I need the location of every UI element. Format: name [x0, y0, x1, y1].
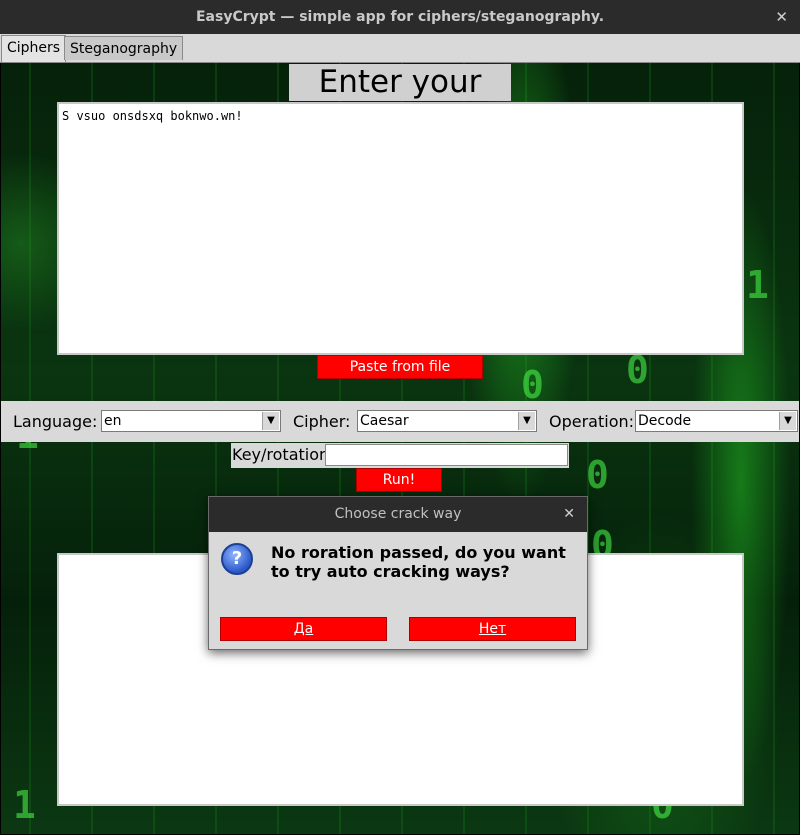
window-titlebar: EasyCrypt — simple app for ciphers/stega…	[0, 0, 800, 34]
tab-steganography[interactable]: Steganography	[64, 36, 184, 60]
operation-value: Decode	[638, 413, 692, 429]
language-value: en	[104, 413, 122, 429]
window-title: EasyCrypt — simple app for ciphers/stega…	[195, 9, 605, 25]
chevron-down-icon[interactable]: ▼	[518, 412, 535, 430]
yes-button[interactable]: Да	[220, 617, 387, 641]
matrix-glyph: 0	[586, 453, 609, 497]
dialog-message: No roration passed, do you want to try a…	[271, 543, 566, 581]
language-select[interactable]: en ▼	[101, 410, 281, 432]
cipher-select[interactable]: Caesar ▼	[357, 410, 537, 432]
tab-bar: Ciphers Steganography	[0, 34, 800, 63]
cipher-value: Caesar	[360, 413, 409, 429]
crack-dialog: Choose crack way ✕ ? No roration passed,…	[208, 496, 588, 650]
input-text-area[interactable]: S vsuo onsdsxq boknwo.wn!	[57, 102, 744, 355]
close-icon[interactable]: ✕	[775, 0, 788, 34]
page-heading: Enter your text:	[289, 64, 511, 137]
cipher-label: Cipher:	[293, 412, 351, 431]
matrix-glyph: 1	[13, 783, 36, 827]
options-row: Language: en ▼ Cipher: Caesar ▼ Operatio…	[1, 401, 799, 442]
language-label: Language:	[13, 412, 98, 431]
no-button[interactable]: Нет	[409, 617, 576, 641]
key-input[interactable]	[325, 444, 568, 466]
key-row: Key/rotation:	[231, 443, 569, 468]
operation-select[interactable]: Decode ▼	[635, 410, 798, 432]
matrix-glyph: 1	[746, 263, 769, 307]
dialog-titlebar: Choose crack way ✕	[209, 497, 587, 532]
dialog-title: Choose crack way	[334, 506, 462, 522]
chevron-down-icon[interactable]: ▼	[262, 412, 279, 430]
key-label: Key/rotation:	[232, 445, 335, 464]
paste-from-file-button[interactable]: Paste from file	[317, 355, 483, 379]
question-icon: ?	[221, 543, 253, 575]
operation-label: Operation:	[549, 412, 635, 431]
close-icon[interactable]: ✕	[563, 497, 575, 532]
tab-ciphers[interactable]: Ciphers	[1, 35, 67, 62]
run-button[interactable]: Run!	[356, 468, 442, 492]
chevron-down-icon[interactable]: ▼	[779, 412, 796, 430]
